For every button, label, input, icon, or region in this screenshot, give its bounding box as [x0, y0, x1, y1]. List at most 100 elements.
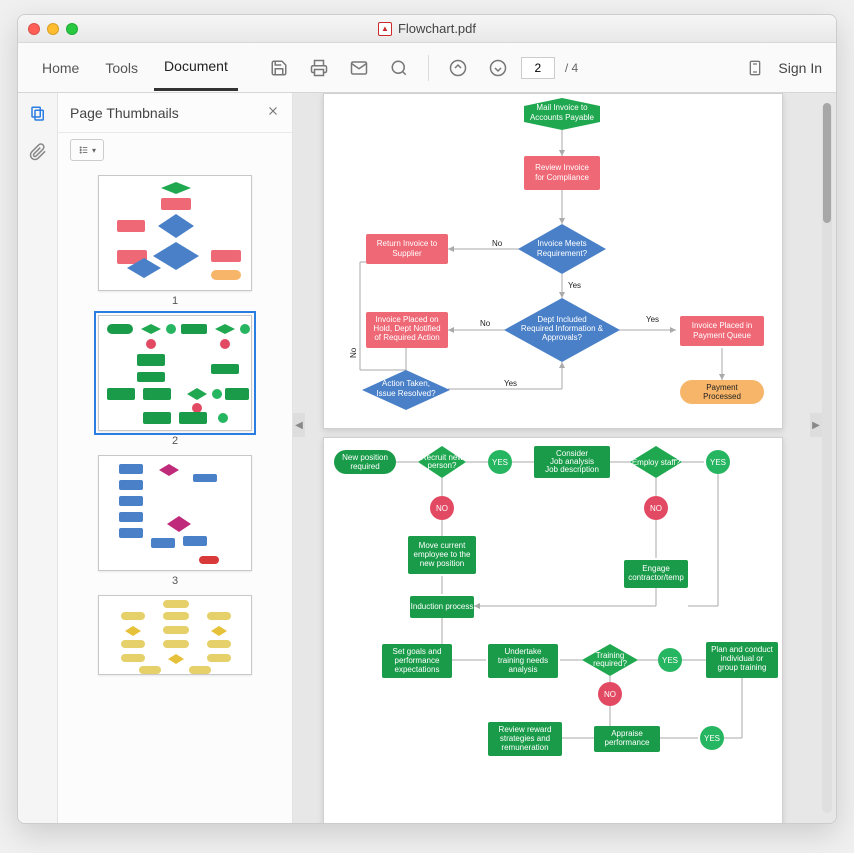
svg-text:Employ staff?: Employ staff? [632, 458, 681, 467]
svg-text:remuneration: remuneration [501, 743, 548, 752]
thumbnail-number: 1 [172, 295, 178, 307]
svg-text:Appraise: Appraise [611, 729, 643, 738]
svg-text:Engage: Engage [642, 564, 670, 573]
pdf-file-icon: ▲ [378, 22, 392, 36]
svg-text:required?: required? [593, 659, 627, 668]
thumbnail-item[interactable]: 4 [98, 595, 252, 675]
print-icon[interactable] [308, 57, 330, 79]
svg-text:expectations: expectations [395, 665, 440, 674]
svg-text:Dept Included: Dept Included [537, 315, 586, 324]
pdf-page-1-partial: Mail Invoice to Accounts Payable Review … [323, 93, 783, 429]
svg-text:YES: YES [662, 656, 678, 665]
page-number-input[interactable] [521, 57, 555, 79]
save-icon[interactable] [268, 57, 290, 79]
svg-text:new position: new position [420, 559, 464, 568]
svg-text:Return Invoice to: Return Invoice to [377, 239, 438, 248]
svg-text:YES: YES [710, 458, 726, 467]
svg-text:performance: performance [605, 738, 650, 747]
svg-text:Processed: Processed [703, 392, 741, 401]
tab-document[interactable]: Document [154, 44, 238, 91]
signin-link[interactable]: Sign In [778, 60, 822, 76]
thumbnail-number: 2 [172, 435, 178, 447]
vertical-scrollbar[interactable] [822, 103, 832, 813]
thumbnail-options-button[interactable]: ▾ [70, 139, 104, 161]
svg-text:analysis: analysis [509, 665, 538, 674]
collapse-panel-chevron[interactable]: ◀ [293, 413, 305, 437]
svg-text:Invoice Meets: Invoice Meets [537, 239, 586, 248]
thumbnail-page-4[interactable] [98, 595, 252, 675]
titlebar: ▲ Flowchart.pdf [18, 15, 836, 43]
svg-text:performance: performance [395, 656, 440, 665]
next-page-icon[interactable] [487, 57, 509, 79]
email-icon[interactable] [348, 57, 370, 79]
svg-text:Supplier: Supplier [392, 249, 422, 258]
svg-text:Plan and conduct: Plan and conduct [711, 645, 774, 654]
svg-text:Job description: Job description [545, 465, 599, 474]
svg-text:Requirement?: Requirement? [537, 249, 588, 258]
svg-text:No: No [480, 319, 491, 328]
svg-text:employee to the: employee to the [414, 550, 471, 559]
scrollbar-handle[interactable] [823, 103, 831, 223]
document-viewport[interactable]: ◀ ▶ [293, 93, 836, 823]
svg-text:Invoice Placed in: Invoice Placed in [692, 321, 752, 330]
svg-text:person?: person? [428, 461, 457, 470]
svg-text:required: required [350, 462, 379, 471]
thumbnails-panel: Page Thumbnails ▾ [58, 93, 293, 823]
app-window: ▲ Flowchart.pdf Home Tools Document / 4 [17, 14, 837, 824]
svg-text:Undertake: Undertake [505, 647, 542, 656]
search-icon[interactable] [388, 57, 410, 79]
svg-text:Payment Queue: Payment Queue [693, 331, 751, 340]
main-body: Page Thumbnails ▾ [18, 93, 836, 823]
prev-page-icon[interactable] [447, 57, 469, 79]
thumbnail-item[interactable]: 3 [98, 455, 252, 587]
thumbnail-item[interactable]: 1 [98, 175, 252, 307]
svg-text:contractor/temp: contractor/temp [628, 573, 684, 582]
svg-text:No: No [492, 239, 503, 248]
svg-text:NO: NO [604, 690, 616, 699]
thumbnails-tools: ▾ [58, 133, 292, 167]
svg-text:YES: YES [492, 458, 508, 467]
svg-text:Required Information &: Required Information & [521, 324, 604, 333]
svg-text:group training: group training [718, 663, 767, 672]
svg-text:Yes: Yes [568, 281, 581, 290]
thumbnail-item[interactable]: 2 [98, 315, 252, 447]
close-panel-icon[interactable] [266, 104, 280, 121]
svg-text:Set goals and: Set goals and [393, 647, 442, 656]
svg-text:Action Taken,: Action Taken, [382, 379, 430, 388]
pdf-page-2: New position required Recruit new person… [323, 437, 783, 823]
toolbar-separator [428, 55, 429, 81]
expand-tools-chevron[interactable]: ▶ [810, 413, 822, 437]
svg-text:individual or: individual or [721, 654, 764, 663]
svg-text:Move current: Move current [419, 541, 466, 550]
shape-label: Mail Invoice to [536, 103, 588, 112]
thumbnail-page-3[interactable] [98, 455, 252, 571]
svg-text:NO: NO [436, 504, 448, 513]
svg-text:training needs: training needs [498, 656, 548, 665]
thumbnails-icon[interactable] [27, 103, 49, 125]
window-title: ▲ Flowchart.pdf [18, 21, 836, 36]
page-total-label: / 4 [565, 61, 578, 75]
svg-text:strategies and: strategies and [500, 734, 550, 743]
svg-text:New position: New position [342, 453, 388, 462]
thumbnail-page-1[interactable] [98, 175, 252, 291]
svg-text:of Required Action: of Required Action [374, 333, 439, 342]
svg-text:YES: YES [704, 734, 720, 743]
mobile-icon[interactable] [744, 57, 766, 79]
attachments-icon[interactable] [27, 141, 49, 163]
svg-text:Payment: Payment [706, 383, 738, 392]
svg-text:Yes: Yes [646, 315, 659, 324]
svg-text:Induction process: Induction process [411, 602, 474, 611]
svg-text:Issue Resolved?: Issue Resolved? [376, 389, 436, 398]
thumbnails-list: 1 [58, 167, 292, 823]
svg-text:for Compliance: for Compliance [535, 173, 589, 182]
tab-home[interactable]: Home [32, 46, 89, 90]
svg-text:NO: NO [650, 504, 662, 513]
thumbnails-title: Page Thumbnails [70, 105, 179, 121]
thumbnail-number: 3 [172, 575, 178, 587]
tab-tools[interactable]: Tools [95, 46, 148, 90]
left-rail [18, 93, 58, 823]
thumbnail-page-2[interactable] [98, 315, 252, 431]
svg-text:Approvals?: Approvals? [542, 333, 583, 342]
svg-text:Yes: Yes [504, 379, 517, 388]
toolbar: Home Tools Document / 4 Sign In [18, 43, 836, 93]
